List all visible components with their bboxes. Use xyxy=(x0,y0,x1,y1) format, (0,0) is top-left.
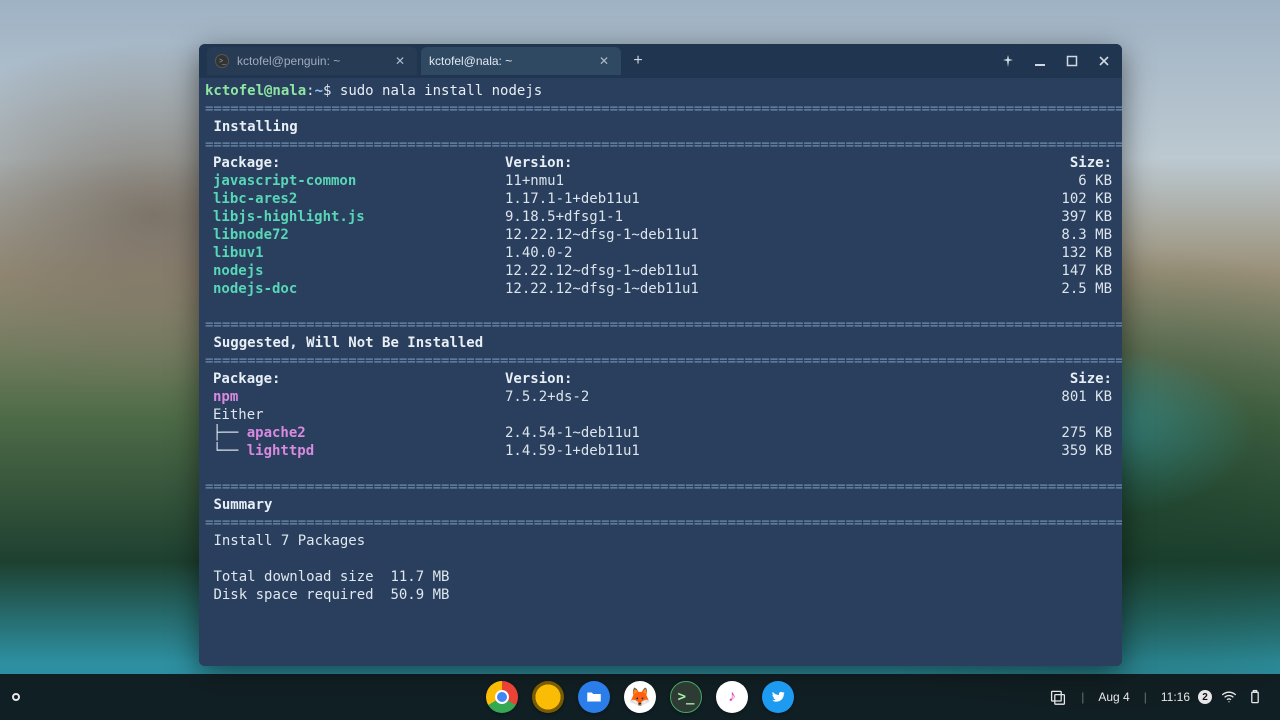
terminal-output[interactable]: kctofel@nala:~$ sudo nala install nodejs… xyxy=(199,78,1122,666)
minimize-icon xyxy=(1034,55,1046,67)
pin-button[interactable] xyxy=(994,48,1022,74)
app-terminal[interactable]: >_ xyxy=(670,681,702,713)
shelf-pinned-apps: 🦊 >_ ♪ xyxy=(486,681,794,713)
status-date: Aug 4 xyxy=(1098,690,1129,704)
wifi-icon xyxy=(1220,688,1238,706)
app-music[interactable]: ♪ xyxy=(716,681,748,713)
app-twitter[interactable] xyxy=(762,681,794,713)
status-time: 11:16 xyxy=(1161,690,1190,704)
launcher-button[interactable] xyxy=(12,693,20,701)
app-firefox[interactable]: 🦊 xyxy=(624,681,656,713)
overview-icon[interactable] xyxy=(1049,688,1067,706)
maximize-button[interactable] xyxy=(1058,48,1086,74)
tab-nala[interactable]: kctofel@nala: ~ ✕ xyxy=(421,47,621,75)
terminal-window: kctofel@penguin: ~ ✕ kctofel@nala: ~ ✕ +… xyxy=(199,44,1122,666)
twitter-icon xyxy=(770,689,786,705)
tab-close-button[interactable]: ✕ xyxy=(595,52,613,70)
maximize-icon xyxy=(1066,55,1078,67)
window-titlebar: kctofel@penguin: ~ ✕ kctofel@nala: ~ ✕ + xyxy=(199,44,1122,78)
pin-icon xyxy=(1002,55,1014,67)
tab-label: kctofel@penguin: ~ xyxy=(237,54,340,68)
tab-close-button[interactable]: ✕ xyxy=(391,52,409,70)
app-chrome[interactable] xyxy=(486,681,518,713)
folder-icon xyxy=(585,688,603,706)
tab-penguin[interactable]: kctofel@penguin: ~ ✕ xyxy=(207,47,417,75)
terminal-icon xyxy=(215,54,229,68)
close-icon xyxy=(1098,55,1110,67)
minimize-button[interactable] xyxy=(1026,48,1054,74)
close-button[interactable] xyxy=(1090,48,1118,74)
tab-label: kctofel@nala: ~ xyxy=(429,54,512,68)
app-canary[interactable] xyxy=(532,681,564,713)
app-files[interactable] xyxy=(578,681,610,713)
battery-icon xyxy=(1246,688,1264,706)
shelf: 🦊 >_ ♪ | Aug 4 | 11:16 2 xyxy=(0,674,1280,720)
notification-count[interactable]: 2 xyxy=(1198,690,1212,704)
shelf-status-area[interactable]: | Aug 4 | 11:16 2 xyxy=(1049,688,1280,706)
new-tab-button[interactable]: + xyxy=(625,48,651,74)
